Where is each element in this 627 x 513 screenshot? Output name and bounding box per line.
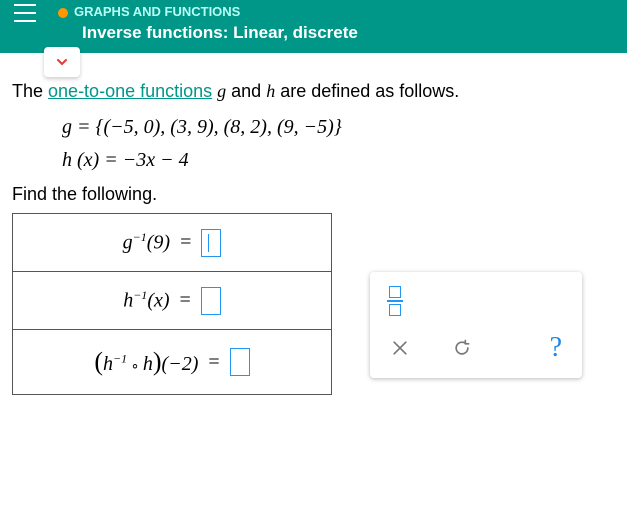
row1-eq: = <box>180 231 191 254</box>
answer-input-2[interactable] <box>201 287 221 315</box>
row2-arg: (x) <box>147 290 169 312</box>
category-text: GRAPHS AND FUNCTIONS <box>74 4 240 19</box>
fraction-numerator-icon <box>389 286 401 298</box>
row2-eq: = <box>180 289 191 312</box>
prompt-g: g <box>217 81 226 101</box>
row1-lhs: g−1(9) <box>123 230 170 255</box>
prompt-post2: and <box>226 81 266 101</box>
definition-g: g = {(−5, 0), (3, 9), (8, 2), (9, −5)} <box>62 116 615 139</box>
math-toolbar: ? <box>370 272 582 378</box>
answer-row-3: (h−1 ∘ h)(−2) = <box>13 330 331 394</box>
row3-a-sup: −1 <box>113 351 127 365</box>
row1-arg: (9) <box>147 232 170 254</box>
row3-close: ) <box>153 347 162 376</box>
row2-base: h <box>123 290 133 312</box>
category-dot-icon <box>58 8 68 18</box>
answer-row-2: h−1(x) = <box>13 272 331 330</box>
close-icon <box>390 338 410 358</box>
answer-input-1[interactable] <box>201 229 221 257</box>
row3-eq: = <box>208 351 219 374</box>
fraction-button[interactable] <box>380 282 410 320</box>
row3-arg: (−2) <box>162 353 199 375</box>
row3-lhs: (h−1 ∘ h)(−2) <box>94 347 198 377</box>
clear-button[interactable] <box>386 334 414 362</box>
toolbar-row-1 <box>380 282 572 320</box>
row3-circ: ∘ <box>127 359 143 374</box>
menu-icon[interactable] <box>14 4 36 22</box>
fraction-denominator-icon <box>389 304 401 316</box>
answer-input-3[interactable] <box>230 348 250 376</box>
glossary-link[interactable]: one-to-one functions <box>48 81 212 101</box>
header-bar: GRAPHS AND FUNCTIONS Inverse functions: … <box>0 0 627 53</box>
help-button[interactable]: ? <box>550 332 562 364</box>
reset-button[interactable] <box>448 334 476 362</box>
category-label: GRAPHS AND FUNCTIONS <box>58 4 617 19</box>
row3-open: ( <box>94 347 103 376</box>
fraction-bar-icon <box>387 300 403 302</box>
answer-row-1: g−1(9) = <box>13 214 331 272</box>
toolbar-row-2: ? <box>380 332 572 364</box>
answer-table: g−1(9) = h−1(x) = (h−1 ∘ h)(−2) = <box>12 213 332 395</box>
undo-icon <box>452 338 472 358</box>
row1-sup: −1 <box>133 230 147 244</box>
definition-h: h (x) = −3x − 4 <box>62 149 615 172</box>
row3-a-base: h <box>103 353 113 375</box>
chevron-down-icon <box>54 54 70 70</box>
prompt-post3: are defined as follows. <box>275 81 459 101</box>
prompt-text: The one-to-one functions g and h are def… <box>12 81 615 102</box>
row2-lhs: h−1(x) <box>123 288 169 313</box>
prompt-pre: The <box>12 81 48 101</box>
expand-button[interactable] <box>44 47 80 77</box>
prompt-h: h <box>266 81 275 101</box>
page-title: Inverse functions: Linear, discrete <box>82 23 617 43</box>
row2-sup: −1 <box>133 288 147 302</box>
row3-b: h <box>143 353 153 375</box>
row1-base: g <box>123 232 133 254</box>
find-instruction: Find the following. <box>12 184 615 205</box>
